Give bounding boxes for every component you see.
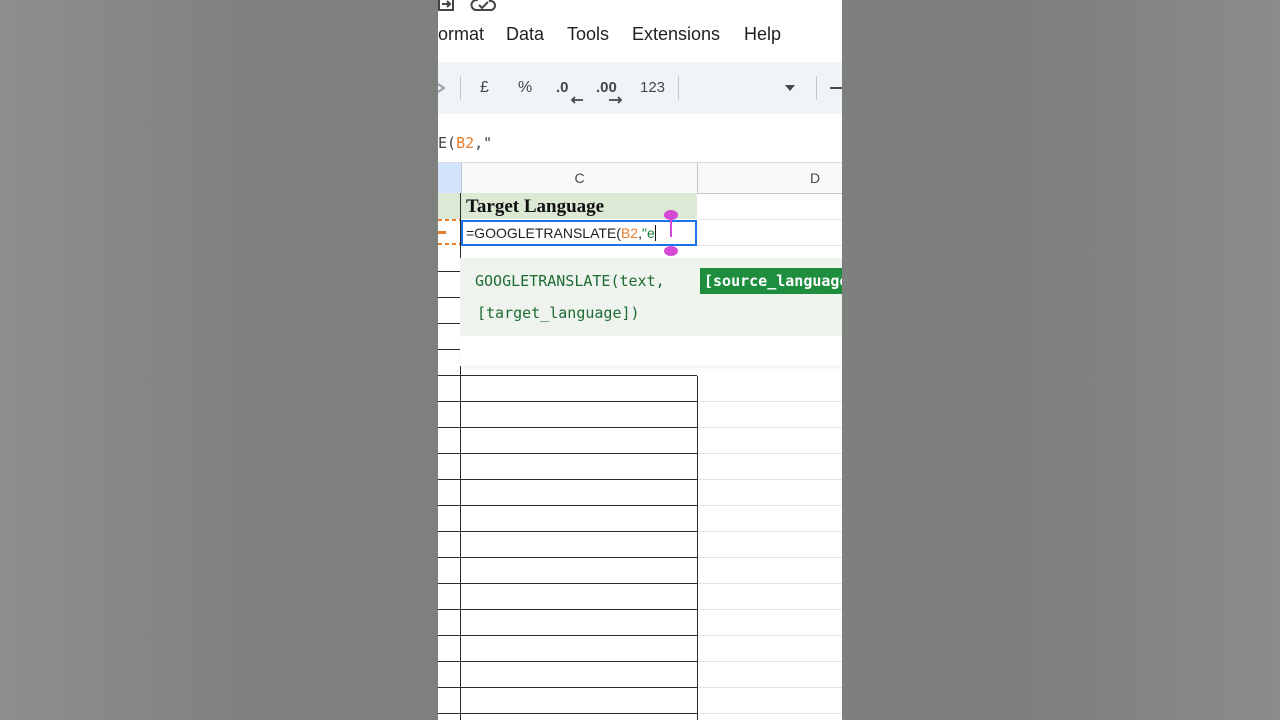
arrow-left-icon bbox=[570, 96, 583, 104]
menu-data[interactable]: Data bbox=[506, 24, 544, 45]
menu-tools[interactable]: Tools bbox=[567, 24, 609, 45]
row-line bbox=[698, 401, 842, 402]
font-dropdown-chevron-down-icon[interactable] bbox=[784, 62, 796, 114]
row-line bbox=[461, 375, 697, 376]
row-line bbox=[461, 505, 697, 506]
row-line bbox=[461, 453, 697, 454]
row-line bbox=[461, 427, 697, 428]
row-line bbox=[438, 323, 461, 324]
row-line bbox=[438, 271, 461, 272]
move-to-drive-icon[interactable] bbox=[438, 0, 456, 21]
selection-handle-bottom[interactable] bbox=[664, 246, 678, 256]
column-header-d[interactable]: D bbox=[698, 163, 842, 193]
row-line bbox=[698, 713, 842, 714]
column-header-c[interactable]: C bbox=[462, 163, 697, 193]
row-line bbox=[698, 661, 842, 662]
row-line bbox=[438, 635, 461, 636]
cell-formula-ref: B2 bbox=[620, 225, 639, 241]
paint-format-icon[interactable] bbox=[438, 62, 446, 114]
row-line bbox=[698, 453, 842, 454]
row-line bbox=[438, 531, 461, 532]
decrease-decimal-button[interactable]: .0 bbox=[556, 62, 583, 114]
phone-screen: ormat Data Tools Extensions Help £ % .0 … bbox=[438, 0, 842, 720]
row-line bbox=[438, 687, 461, 688]
row-line bbox=[438, 453, 461, 454]
menu-bar: ormat Data Tools Extensions Help bbox=[438, 24, 842, 50]
column-headers: C D bbox=[438, 162, 842, 194]
row-line bbox=[461, 479, 697, 480]
menu-help[interactable]: Help bbox=[744, 24, 781, 45]
percent-format-button[interactable]: % bbox=[518, 62, 532, 114]
row-line bbox=[698, 687, 842, 688]
toolbar: £ % .0 .00 123 bbox=[438, 62, 842, 114]
row-line bbox=[698, 609, 842, 610]
row-line bbox=[438, 583, 461, 584]
row-line bbox=[438, 479, 461, 480]
more-formats-button[interactable]: 123 bbox=[640, 62, 665, 114]
row-line bbox=[698, 245, 842, 246]
row-line bbox=[438, 557, 461, 558]
toolbar-divider bbox=[816, 76, 817, 100]
formula-cell-ref: B2 bbox=[456, 134, 475, 152]
menu-format[interactable]: ormat bbox=[438, 24, 484, 45]
row-line bbox=[438, 609, 461, 610]
row-line bbox=[698, 479, 842, 480]
row-line bbox=[438, 375, 461, 376]
formula-signature-tooltip[interactable]: GOOGLETRANSLATE(text, [source_language] … bbox=[460, 258, 842, 337]
row-line bbox=[698, 219, 842, 220]
row-line bbox=[461, 687, 697, 688]
row-line bbox=[461, 531, 697, 532]
referenced-cell-marker-top bbox=[438, 219, 460, 221]
row-line bbox=[438, 427, 461, 428]
cell-b1[interactable] bbox=[438, 193, 461, 219]
arrow-right-icon bbox=[609, 96, 623, 104]
signature-next-argument: [target_language]) bbox=[477, 304, 640, 322]
row-line bbox=[461, 661, 697, 662]
toolbar-divider bbox=[678, 76, 679, 100]
row-line bbox=[698, 427, 842, 428]
selection-handle-top[interactable] bbox=[664, 210, 678, 220]
row-line bbox=[438, 349, 461, 350]
row-line bbox=[698, 505, 842, 506]
formula-bar-text[interactable]: E(B2," bbox=[438, 134, 492, 152]
signature-function: GOOGLETRANSLATE(text, bbox=[475, 272, 665, 290]
decrease-font-size-icon[interactable] bbox=[830, 62, 842, 114]
row-line bbox=[438, 401, 461, 402]
cell-c1-header[interactable]: Target Language bbox=[461, 193, 697, 219]
signature-active-argument: [source_language] bbox=[700, 268, 842, 294]
cloud-saved-icon bbox=[470, 0, 498, 21]
text-cursor bbox=[654, 225, 656, 241]
column-header-b-selected[interactable] bbox=[438, 163, 461, 193]
decrease-decimal-label: .0 bbox=[556, 79, 569, 96]
currency-format-button[interactable]: £ bbox=[480, 62, 489, 114]
row-line bbox=[698, 531, 842, 532]
formula-bar[interactable]: E(B2," bbox=[438, 114, 842, 162]
row-line bbox=[438, 713, 461, 714]
row-line bbox=[438, 297, 461, 298]
row-line bbox=[698, 635, 842, 636]
formula-suffix: ," bbox=[474, 134, 493, 152]
formula-fn-tail: E( bbox=[438, 134, 457, 152]
referenced-cell-marker-bottom bbox=[438, 243, 460, 245]
row-line bbox=[698, 583, 842, 584]
menu-extensions[interactable]: Extensions bbox=[632, 24, 720, 45]
cell-formula-string: "e bbox=[641, 225, 655, 241]
row-line bbox=[438, 505, 461, 506]
toolbar-divider bbox=[460, 76, 461, 100]
active-cell-c2[interactable]: =GOOGLETRANSLATE(B2,"e bbox=[461, 220, 697, 246]
row-line bbox=[461, 609, 697, 610]
row-line bbox=[461, 401, 697, 402]
row-line bbox=[461, 557, 697, 558]
row-line bbox=[461, 713, 697, 714]
cell-formula-fn: =GOOGLETRANSLATE( bbox=[466, 225, 621, 241]
row-line bbox=[461, 583, 697, 584]
row-line bbox=[438, 661, 461, 662]
increase-decimal-label: .00 bbox=[596, 79, 617, 96]
increase-decimal-button[interactable]: .00 bbox=[596, 62, 623, 114]
row-line bbox=[461, 635, 697, 636]
row-line bbox=[698, 557, 842, 558]
referenced-cell-marker bbox=[438, 231, 446, 234]
tooltip-footer bbox=[460, 336, 842, 366]
